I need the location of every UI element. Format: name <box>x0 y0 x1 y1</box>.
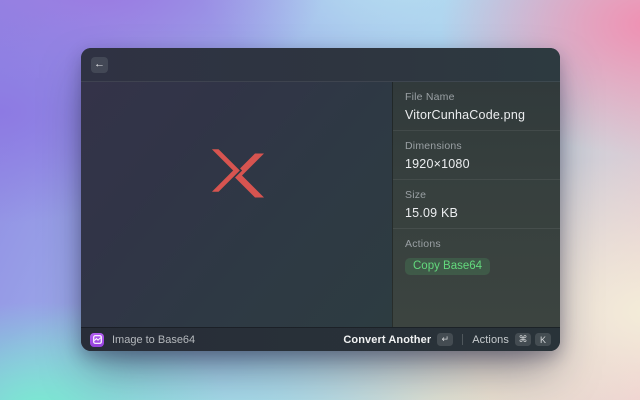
size-label: Size <box>405 189 427 201</box>
actions-menu-button[interactable]: Actions <box>472 334 509 346</box>
file-name-value: VitorCunhaCode.png <box>405 108 526 122</box>
copy-base64-button[interactable]: Copy Base64 <box>405 258 491 275</box>
command-key-icon[interactable]: ⌘ <box>515 333 531 346</box>
back-button[interactable]: ← <box>91 56 108 73</box>
arrow-left-icon: ← <box>94 58 105 70</box>
file-name-label: File Name <box>405 91 455 103</box>
image-icon <box>90 332 104 347</box>
dimensions-label: Dimensions <box>405 140 462 152</box>
converter-window: ← File Name VitorCunhaCode.png Dimension <box>81 48 560 351</box>
image-preview-pane <box>81 82 392 327</box>
desktop-background: ← File Name VitorCunhaCode.png Dimension <box>0 0 640 400</box>
command-name: Image to Base64 <box>112 333 196 346</box>
meta-file-name: File Name VitorCunhaCode.png <box>393 82 560 131</box>
return-key-icon[interactable]: ↵ <box>437 333 454 346</box>
meta-dimensions: Dimensions 1920×1080 <box>393 131 560 180</box>
footer-bar: Image to Base64 Convert Another ↵ Action… <box>81 327 560 351</box>
converted-image-logo <box>209 148 264 198</box>
window-header: ← <box>81 48 560 82</box>
size-value: 15.09 KB <box>405 206 459 220</box>
convert-another-button[interactable]: Convert Another <box>343 334 431 346</box>
footer-divider <box>462 334 464 345</box>
dimensions-value: 1920×1080 <box>405 157 470 171</box>
meta-size: Size 15.09 KB <box>393 180 560 229</box>
metadata-panel: File Name VitorCunhaCode.png Dimensions … <box>392 82 560 327</box>
k-key[interactable]: K <box>535 333 551 346</box>
main-content: File Name VitorCunhaCode.png Dimensions … <box>81 82 560 327</box>
meta-actions: Actions Copy Base64 <box>393 229 560 327</box>
actions-label: Actions <box>405 238 441 250</box>
